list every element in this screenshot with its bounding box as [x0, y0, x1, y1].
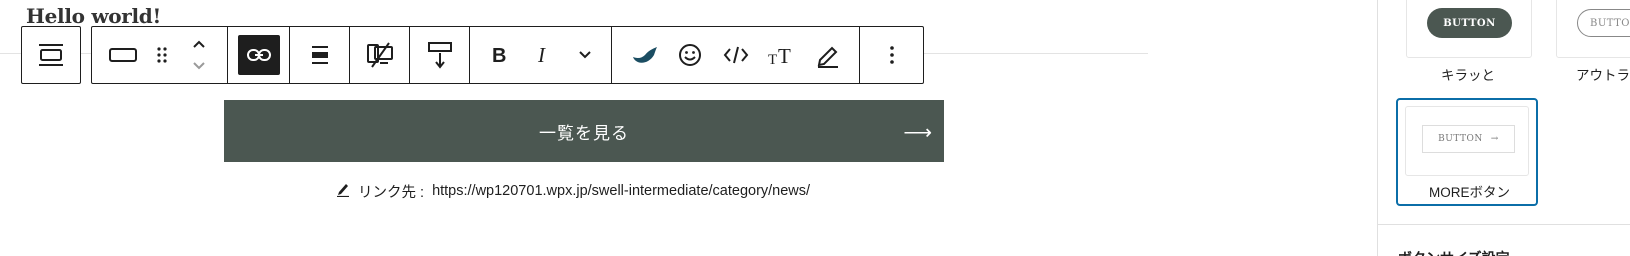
settings-sidebar: BUTTON キラッと BUTTO アウトラ BUTTON → MOREボタン …: [1377, 0, 1630, 256]
link-url[interactable]: https://wp120701.wpx.jp/swell-intermedia…: [432, 183, 810, 199]
font-size-icon[interactable]: T T: [759, 35, 805, 75]
move-up-down-icon[interactable]: [179, 35, 219, 75]
svg-text:T: T: [778, 44, 791, 67]
style-label-kiratto: キラッと: [1441, 68, 1495, 83]
style-label-outline: アウトラ: [1576, 68, 1630, 83]
style-label-more: MOREボタン: [1429, 185, 1510, 200]
bold-icon[interactable]: B: [477, 35, 521, 75]
svg-text:B: B: [492, 45, 506, 66]
more-button-block[interactable]: 一覧を見る ⟶: [224, 100, 944, 162]
block-toolbar-parent: [21, 26, 81, 84]
sidebar-divider: [1378, 224, 1630, 225]
style-option-outline[interactable]: BUTTO: [1556, 0, 1630, 58]
more-formats-icon[interactable]: [565, 35, 605, 75]
device-visibility-icon[interactable]: [359, 35, 401, 75]
style-preview-outline: BUTTO: [1577, 9, 1630, 37]
style-preview-more: BUTTON →: [1422, 125, 1515, 153]
arrow-right-icon: →: [1490, 134, 1499, 144]
post-title[interactable]: Hello world!: [26, 4, 161, 28]
button-block-icon[interactable]: [101, 35, 145, 75]
justify-icon[interactable]: [299, 35, 341, 75]
section-heading-button-size[interactable]: ボタンサイズ設定: [1398, 248, 1510, 256]
pencil-icon[interactable]: [336, 181, 350, 201]
style-preview-more-text: BUTTON: [1438, 134, 1483, 144]
svg-text:T: T: [768, 52, 777, 67]
block-spacing-icon[interactable]: [419, 35, 461, 75]
block-toolbar: B I T T: [91, 26, 924, 84]
link-prefix: リンク先 :: [358, 184, 425, 201]
link-destination: リンク先 : https://wp120701.wpx.jp/swell-int…: [336, 180, 810, 202]
swell-bird-icon[interactable]: [621, 35, 667, 75]
block-parent-icon[interactable]: [29, 35, 73, 75]
style-preview-kiratto: BUTTON: [1427, 8, 1512, 38]
svg-text:I: I: [537, 44, 546, 66]
options-icon[interactable]: [872, 35, 912, 75]
highlight-icon[interactable]: [805, 35, 851, 75]
arrow-right-icon: ⟶: [903, 122, 932, 144]
emoji-icon[interactable]: [667, 35, 713, 75]
button-text[interactable]: 一覧を見る: [539, 119, 629, 144]
code-icon[interactable]: [713, 35, 759, 75]
drag-handle-icon[interactable]: [145, 35, 179, 75]
style-option-kiratto[interactable]: BUTTON: [1406, 0, 1532, 58]
link-icon[interactable]: [237, 35, 280, 75]
italic-icon[interactable]: I: [521, 35, 565, 75]
